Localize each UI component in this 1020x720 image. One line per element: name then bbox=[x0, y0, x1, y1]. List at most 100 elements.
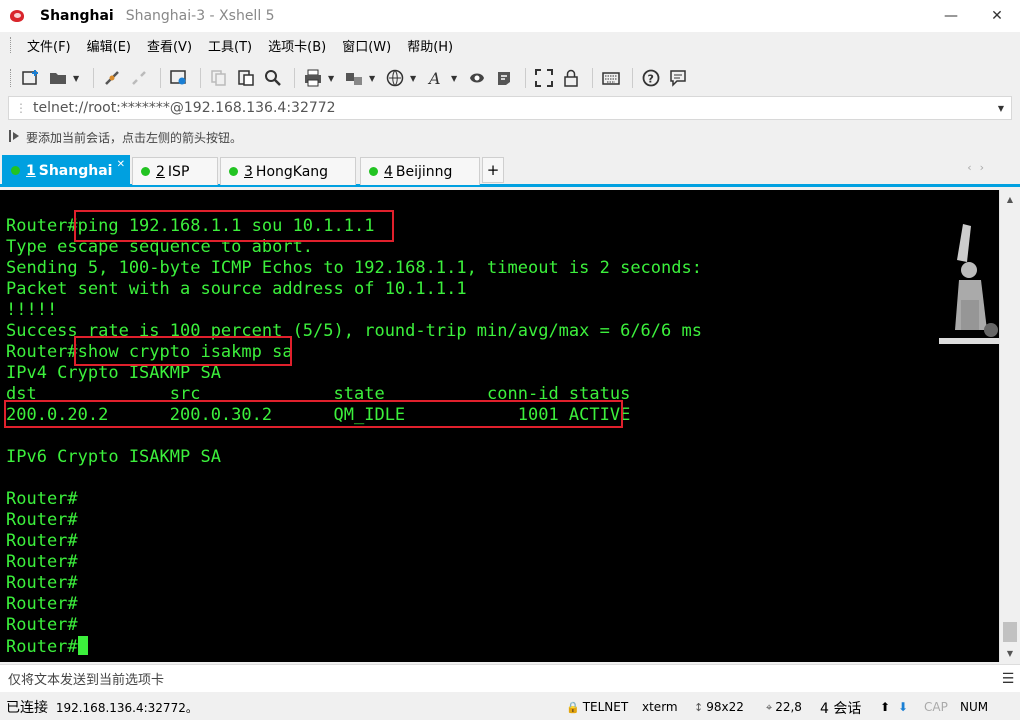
print-icon[interactable] bbox=[301, 66, 325, 90]
font-icon[interactable]: A bbox=[424, 66, 448, 90]
scrollbar-thumb[interactable] bbox=[1003, 622, 1017, 642]
xshell-logo-icon bbox=[8, 8, 28, 24]
toolbar-separator bbox=[632, 68, 633, 88]
terminal-line: Sending 5, 100-byte ICMP Echos to 192.16… bbox=[6, 258, 702, 278]
terminal-output: Router#ping 192.168.1.1 sou 10.1.1.1 Type… bbox=[6, 216, 702, 657]
toolbar: ▼ ▼ ▼ ▼ A ▼ ? bbox=[0, 62, 1020, 94]
properties-icon[interactable] bbox=[167, 66, 191, 90]
menu-view[interactable]: 查看(V) bbox=[141, 36, 198, 55]
menu-grip bbox=[10, 37, 13, 53]
terminal-line: Router# bbox=[6, 510, 78, 530]
session-hint-text: 要添加当前会话，点击左侧的箭头按钮。 bbox=[26, 130, 243, 145]
upload-icon[interactable]: ⬆ bbox=[880, 700, 890, 714]
open-dropdown-icon[interactable]: ▼ bbox=[73, 74, 81, 83]
terminal-cursor bbox=[77, 636, 88, 655]
paste-icon[interactable] bbox=[234, 66, 258, 90]
tab-close-icon[interactable]: ✕ bbox=[117, 159, 125, 170]
toolbar-separator bbox=[93, 68, 94, 88]
tab-isp[interactable]: 2 ISP bbox=[132, 157, 218, 185]
copy-icon[interactable] bbox=[207, 66, 231, 90]
globe-dropdown-icon[interactable]: ▼ bbox=[410, 74, 418, 83]
tab-number: 4 bbox=[384, 163, 393, 180]
menu-help[interactable]: 帮助(H) bbox=[401, 36, 459, 55]
tab-label: Shanghai bbox=[38, 162, 113, 179]
highlight-ping-command bbox=[74, 210, 394, 242]
open-folder-icon[interactable] bbox=[46, 66, 70, 90]
menu-edit[interactable]: 编辑(E) bbox=[81, 36, 137, 55]
toolbar-grip bbox=[10, 69, 13, 87]
menu-file[interactable]: 文件(F) bbox=[21, 36, 77, 55]
find-icon[interactable] bbox=[261, 66, 285, 90]
script-icon[interactable] bbox=[492, 66, 516, 90]
scroll-up-icon[interactable]: ▲ bbox=[1000, 190, 1020, 208]
terminal-line: Packet sent with a source address of 10.… bbox=[6, 279, 467, 299]
tab-shanghai[interactable]: 1 Shanghai ✕ bbox=[2, 155, 130, 185]
connected-status-icon bbox=[11, 166, 20, 175]
terminal-line: Router# bbox=[6, 594, 78, 614]
toolbar-separator bbox=[525, 68, 526, 88]
toolbar-separator bbox=[200, 68, 201, 88]
print-dropdown-icon[interactable]: ▼ bbox=[328, 74, 336, 83]
terminal-line: Router# bbox=[6, 531, 78, 551]
toolbar-separator bbox=[592, 68, 593, 88]
connected-status-icon bbox=[369, 167, 378, 176]
compose-input[interactable]: 仅将文本发送到当前选项卡 bbox=[0, 669, 996, 688]
terminal-line: Router# bbox=[6, 573, 78, 593]
num-lock-status: NUM bbox=[960, 700, 989, 714]
add-session-arrow-icon[interactable] bbox=[8, 129, 26, 146]
chat-icon[interactable] bbox=[666, 66, 690, 90]
protocol-label: TELNET bbox=[582, 700, 629, 714]
highlight-isakmp-sa-row bbox=[4, 400, 623, 428]
download-icon[interactable]: ⬇ bbox=[898, 700, 908, 714]
address-bar[interactable]: ⋮ telnet://root:*******@192.168.136.4:32… bbox=[8, 96, 1012, 120]
scroll-down-icon[interactable]: ▼ bbox=[1000, 644, 1020, 662]
font-dropdown-icon[interactable]: ▼ bbox=[451, 74, 459, 83]
add-tab-button[interactable]: + bbox=[482, 157, 504, 183]
address-dropdown-icon[interactable]: ▼ bbox=[991, 104, 1011, 113]
window-title: Shanghai-3 - Xshell 5 bbox=[125, 8, 275, 24]
compose-bar[interactable]: 仅将文本发送到当前选项卡 ☰ bbox=[0, 664, 1020, 692]
help-icon[interactable]: ? bbox=[639, 66, 663, 90]
close-button[interactable]: ✕ bbox=[974, 0, 1020, 32]
address-input[interactable]: telnet://root:*******@192.168.136.4:3277… bbox=[33, 100, 991, 116]
terminal-line: IPv6 Crypto ISAKMP SA bbox=[6, 447, 221, 467]
tab-scroll-icon[interactable]: ‹› bbox=[967, 161, 992, 174]
terminal-scrollbar[interactable]: ▲ ▼ bbox=[999, 190, 1020, 662]
size-icon: ↕ bbox=[694, 701, 704, 714]
cursor-position-status: ⌖ 22,8 bbox=[766, 700, 802, 715]
keyboard-icon[interactable] bbox=[599, 66, 623, 90]
menu-tabs[interactable]: 选项卡(B) bbox=[262, 36, 332, 55]
cursor-icon: ⌖ bbox=[766, 701, 773, 714]
lock-icon[interactable] bbox=[559, 66, 583, 90]
tab-label: ISP bbox=[167, 163, 190, 180]
terminal-type-status: xterm bbox=[642, 700, 678, 714]
menu-tools[interactable]: 工具(T) bbox=[202, 36, 258, 55]
globe-icon[interactable] bbox=[383, 66, 407, 90]
connection-status: 已连接 192.168.136.4:32772。 bbox=[0, 697, 198, 717]
tab-beijinng[interactable]: 4 Beijinng bbox=[360, 157, 480, 185]
transfer-dropdown-icon[interactable]: ▼ bbox=[369, 74, 377, 83]
connected-status-icon bbox=[141, 167, 150, 176]
session-count-status: 4 会话 bbox=[820, 701, 862, 717]
connection-status-label: 已连接 bbox=[6, 700, 48, 716]
tab-hongkang[interactable]: 3 HongKang bbox=[220, 157, 356, 185]
tab-number: 3 bbox=[244, 163, 253, 180]
xftp-icon[interactable] bbox=[465, 66, 489, 90]
transfer-icon[interactable] bbox=[342, 66, 366, 90]
tab-label: HongKang bbox=[255, 163, 329, 180]
minimize-button[interactable]: — bbox=[928, 0, 974, 32]
compose-menu-icon[interactable]: ☰ bbox=[996, 671, 1020, 687]
svg-text:?: ? bbox=[648, 73, 654, 86]
connect-icon[interactable] bbox=[100, 66, 124, 90]
title-bar: Shanghai Shanghai-3 - Xshell 5 — ✕ bbox=[0, 0, 1020, 32]
background-figure-icon bbox=[939, 224, 999, 344]
connection-host: 192.168.136.4:32772。 bbox=[55, 701, 198, 715]
terminal-screen[interactable]: Router#ping 192.168.1.1 sou 10.1.1.1 Type… bbox=[0, 190, 999, 662]
fullscreen-icon[interactable] bbox=[532, 66, 556, 90]
terminal-line: Router# bbox=[6, 636, 702, 657]
menu-window[interactable]: 窗口(W) bbox=[336, 36, 397, 55]
new-session-icon[interactable] bbox=[19, 66, 43, 90]
disconnect-icon[interactable] bbox=[127, 66, 151, 90]
